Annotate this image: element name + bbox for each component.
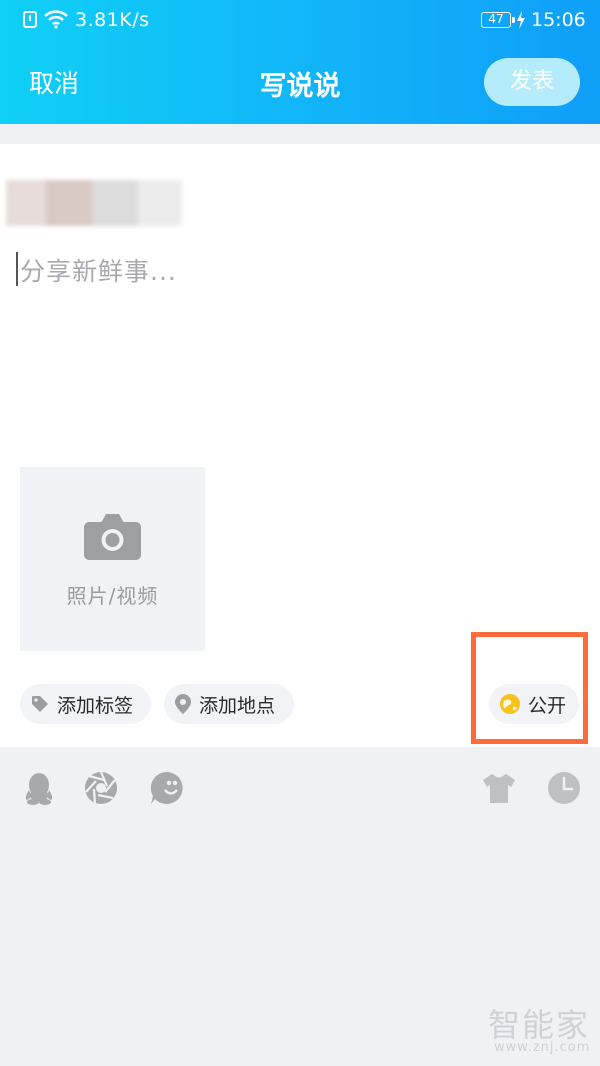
aperture-icon[interactable]	[83, 770, 119, 806]
blurred-user-info	[6, 180, 182, 226]
alert-icon	[23, 11, 37, 28]
add-tag-button[interactable]: 添加标签	[20, 684, 151, 724]
add-location-label: 添加地点	[199, 694, 276, 717]
media-label: 照片/视频	[66, 584, 159, 608]
clock-icon[interactable]	[546, 770, 582, 806]
text-cursor	[16, 252, 18, 286]
highlight-annotation	[471, 632, 588, 744]
publish-button[interactable]: 发表	[484, 58, 580, 106]
header-bar: 3.81K/s 47 15:06 取消 写说说 发表	[0, 0, 600, 124]
camera-icon	[84, 514, 141, 560]
compose-input[interactable]: 分享新鲜事...	[20, 252, 177, 288]
status-bar: 3.81K/s 47 15:06	[0, 0, 600, 42]
watermark-url: www.znj.com	[494, 1040, 591, 1055]
clock-time: 15:06	[531, 9, 586, 31]
add-photo-video-button[interactable]: 照片/视频	[20, 467, 205, 651]
battery-icon: 47	[481, 12, 515, 28]
emoji-icon[interactable]	[149, 770, 185, 806]
shirt-icon[interactable]	[481, 770, 517, 806]
tag-icon	[31, 695, 49, 713]
add-tag-label: 添加标签	[57, 694, 134, 717]
charging-icon	[517, 11, 525, 29]
wifi-icon	[44, 10, 68, 29]
qq-icon[interactable]	[21, 770, 57, 806]
add-location-button[interactable]: 添加地点	[164, 684, 294, 724]
network-speed: 3.81K/s	[75, 9, 150, 31]
location-pin-icon	[175, 694, 191, 714]
